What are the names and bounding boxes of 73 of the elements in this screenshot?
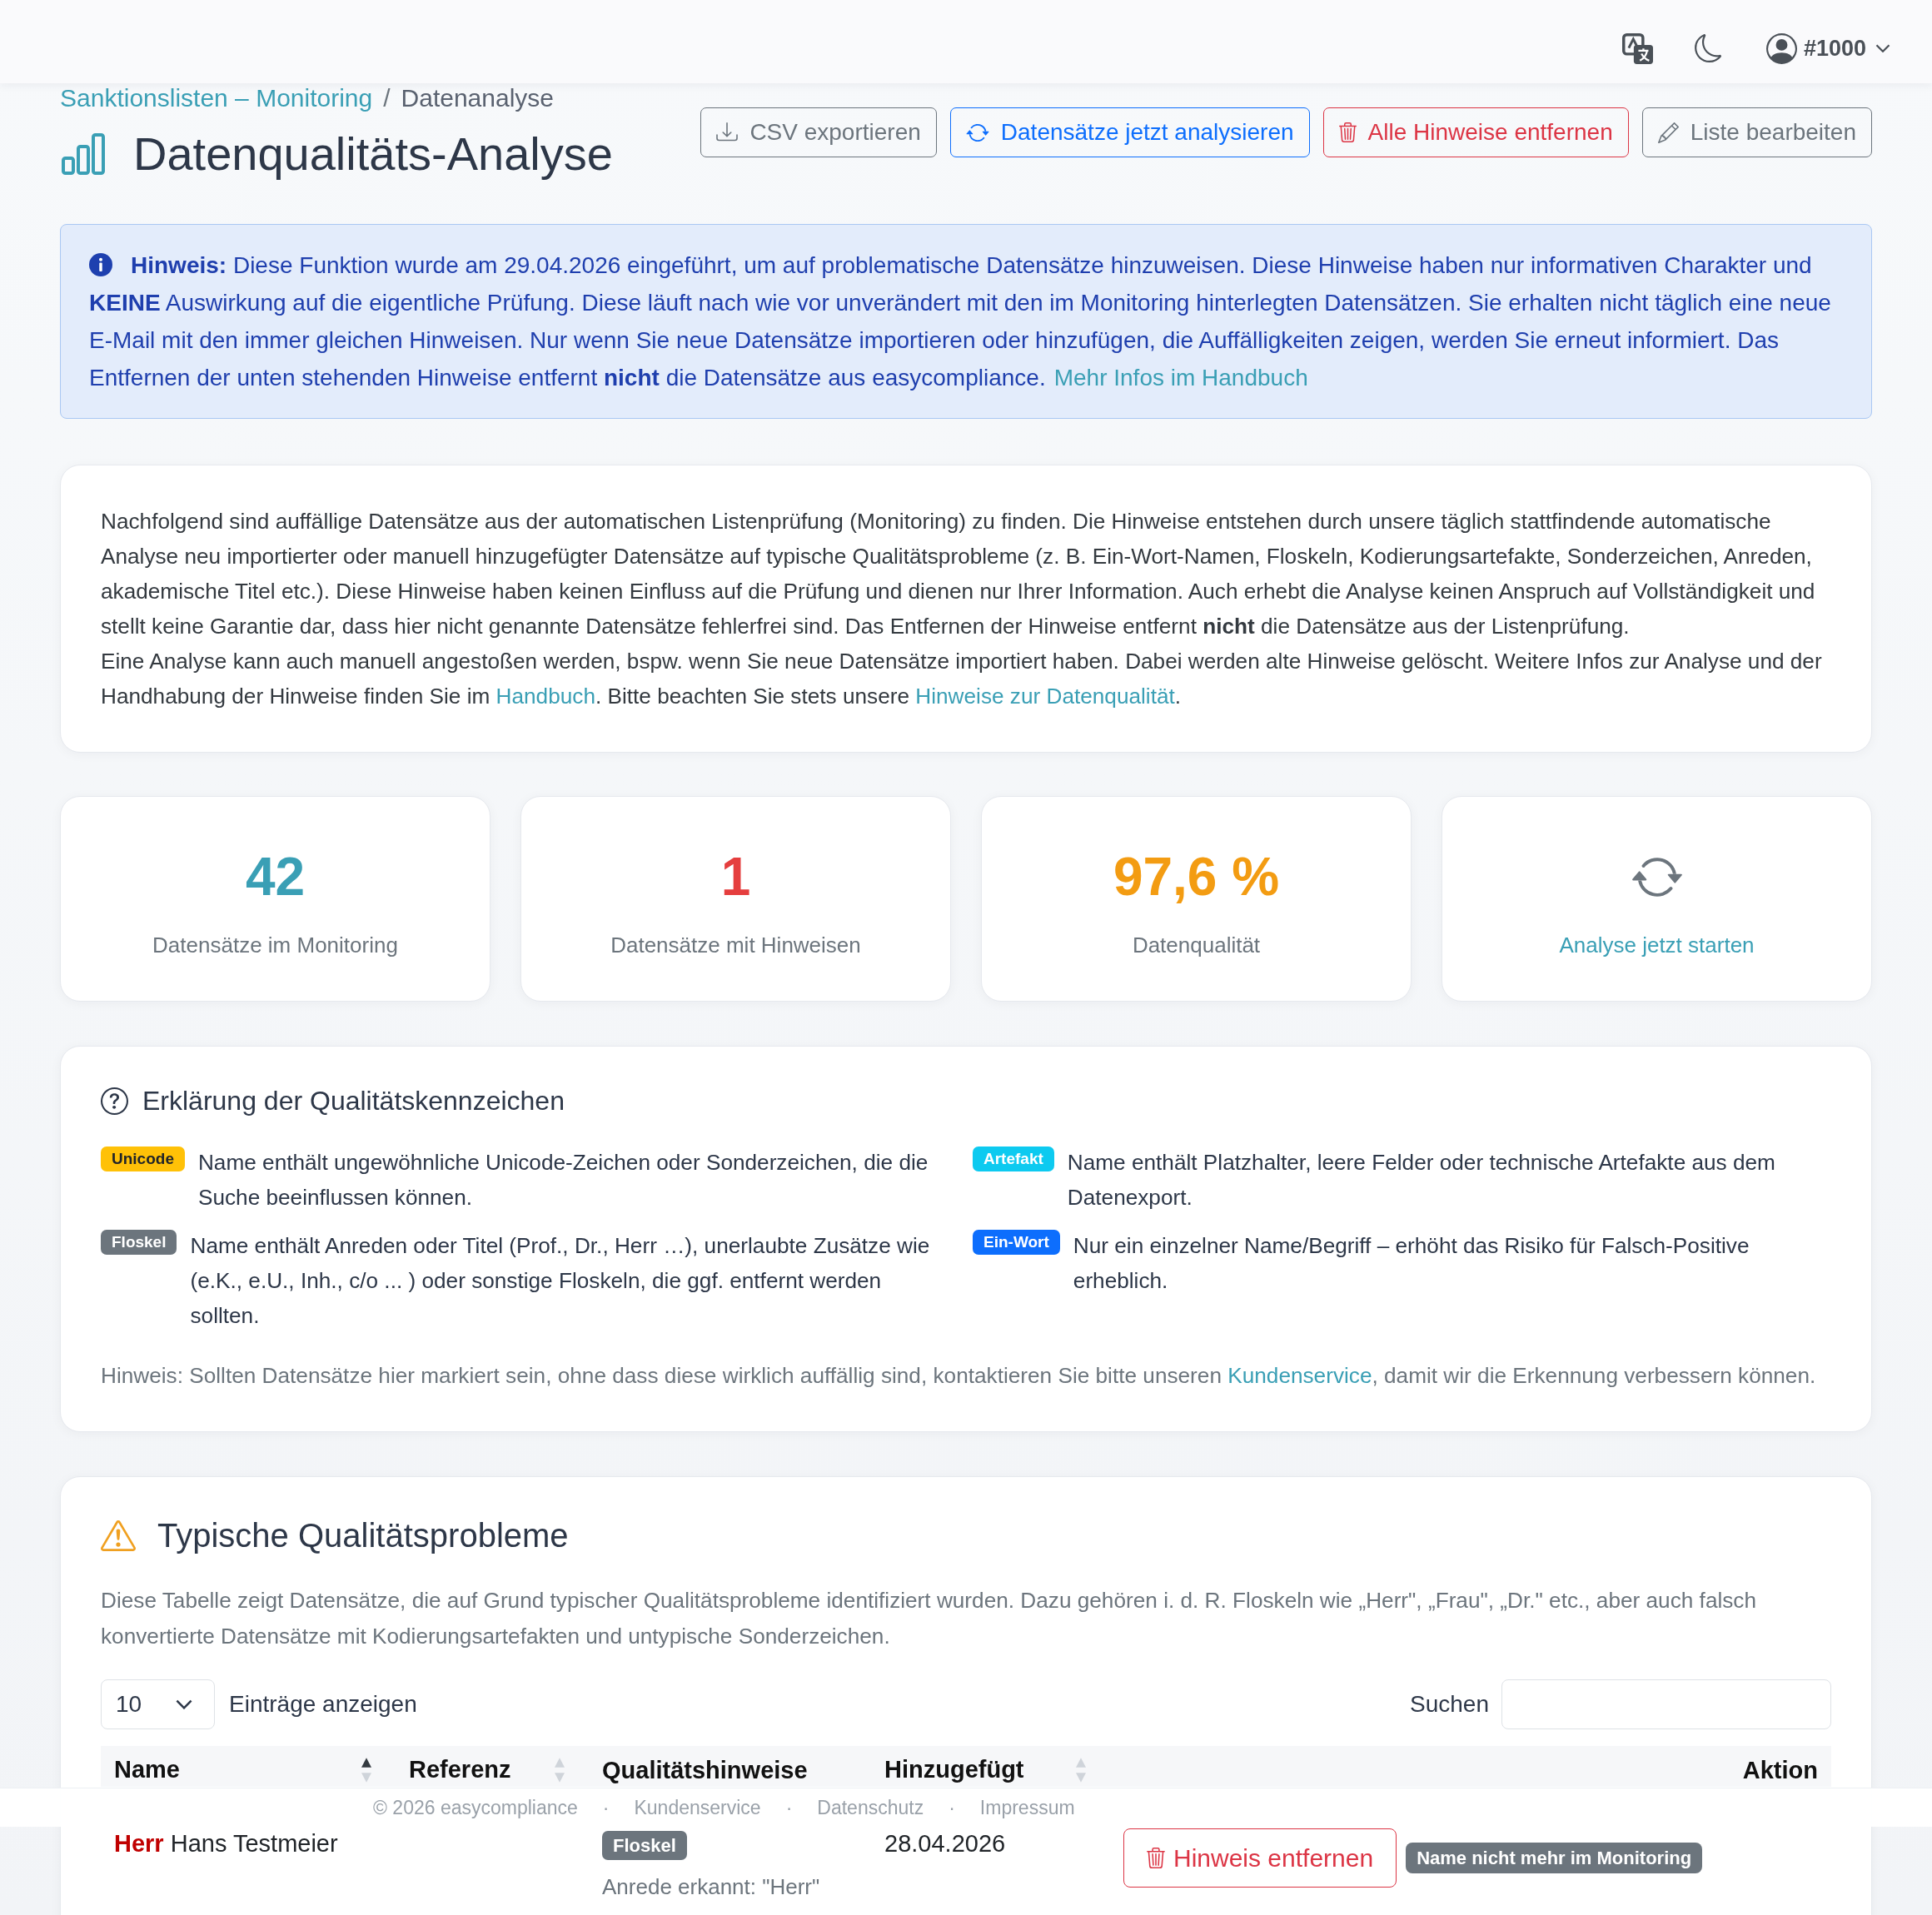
delete-all-button[interactable]: Alle Hinweise entfernen	[1322, 107, 1629, 157]
inline-link[interactable]: Kundenservice	[1227, 1363, 1372, 1388]
breadcrumb-separator: /	[383, 83, 391, 113]
copyright-text: © 2026 easycompliance	[373, 1796, 578, 1819]
edit-list-button[interactable]: Liste bearbeiten	[1641, 107, 1872, 157]
quality-tag: Artefakt	[973, 1147, 1054, 1171]
remove-hint-button[interactable]: Hinweis entfernen	[1123, 1828, 1397, 1888]
warning-icon	[101, 1520, 136, 1551]
page-size-select[interactable]: 10	[101, 1679, 215, 1729]
user-icon	[1765, 32, 1797, 64]
stat-label: Datensätze mit Hinweisen	[610, 932, 861, 959]
trash-icon	[1147, 1848, 1165, 1868]
page-title: Datenqualitäts-Analyse	[133, 127, 613, 182]
column-header[interactable]: Hinzugefügt	[884, 1756, 1024, 1783]
chevron-down-icon	[176, 1699, 192, 1709]
pencil-icon	[1657, 122, 1679, 143]
stat-value: 1	[720, 846, 751, 908]
legend-title: Erklärung der Qualitätskennzeichen	[142, 1085, 565, 1117]
inline-link[interactable]: Mehr Infos im Handbuch	[1053, 365, 1308, 390]
trash-icon	[1338, 122, 1357, 142]
breadcrumb-link[interactable]: Sanktionslisten – Monitoring	[60, 83, 373, 113]
column-header: Qualitätshinweise	[602, 1757, 808, 1783]
search-label: Suchen	[1410, 1691, 1489, 1718]
quality-tag: Ein-Wort	[973, 1230, 1060, 1255]
footer-link[interactable]: Datenschutz	[817, 1796, 924, 1819]
footer-link[interactable]: Impressum	[979, 1796, 1075, 1819]
help-icon	[101, 1087, 128, 1115]
refresh-icon[interactable]	[1631, 857, 1683, 897]
column-header: Aktion	[1742, 1757, 1818, 1783]
hint-detail: Anrede erkannt: "Herr"	[602, 1873, 821, 1901]
stat-label: Datenqualität	[1132, 932, 1261, 959]
search-field[interactable]	[1501, 1679, 1831, 1729]
translate-icon[interactable]	[1621, 32, 1653, 64]
tag-description: Name enthält Platzhalter, leere Felder oder technische Artefakte aus dem Datenexport.	[1067, 1149, 1776, 1211]
status-badge: Name nicht mehr im Monitoring	[1406, 1843, 1703, 1873]
info-icon	[89, 253, 112, 276]
footer-separator: ·	[602, 1796, 610, 1819]
entries-label: Einträge anzeigen	[229, 1691, 417, 1718]
name-cell: Herr Hans Testmeier	[114, 1830, 338, 1857]
refresh-icon	[965, 123, 989, 142]
quality-tag: Unicode	[101, 1147, 185, 1171]
analyze-button[interactable]: Datensätze jetzt analysieren	[949, 107, 1310, 157]
bar-chart-icon	[62, 133, 105, 175]
quality-tag: Floskel	[602, 1831, 687, 1860]
download-icon	[716, 122, 739, 142]
intro-text: Eine Analyse kann auch manuell angestoßen werden, bspw. wenn Sie neue Datensätze importiert haben. Dabei werden alte Hinweise gelöscht. Weitere Infos zur Analyse und der Handhabung der Hinweise finden Sie im Handbuch. Bitte beachten Sie stets unsere Hinweise zur Datenqualität.	[101, 648, 1823, 710]
inline-link[interactable]: Handbuch	[495, 684, 595, 709]
moon-icon[interactable]	[1694, 34, 1721, 62]
footer-separator: ·	[785, 1796, 793, 1819]
tag-description: Name enthält Anreden oder Titel (Prof., Dr., Herr …), unerlaubte Zusätze wie (e.K., e.U., Inh., c/o ... ) oder sonstige Floskeln, die ggf. entfernt werden sollten.	[190, 1232, 931, 1330]
stat-label: Datensätze im Monitoring	[152, 932, 398, 959]
tag-description: Name enthält ungewöhnliche Unicode-Zeichen oder Sonderzeichen, die die Suche beeinflussen können.	[197, 1149, 929, 1211]
legend-hint: Hinweis: Sollten Datensätze hier markiert sein, ohne dass diese wirklich auffällig sind, kontaktieren Sie bitte unseren Kundenservice, damit wir die Erkennung verbessern können.	[101, 1362, 1817, 1390]
start-analysis-link[interactable]: Analyse jetzt starten	[1559, 930, 1755, 960]
footer-link[interactable]: Kundenservice	[634, 1796, 761, 1819]
intro-text: Nachfolgend sind auffällige Datensätze aus der automatischen Listenprüfung (Monitoring) zu finden. Die Hinweise entstehen durch unsere täglich stattfindende automatische Analyse neu importierter oder manuell hinzugefügter Datensätze auf typische Qualitätsprobleme (z. B. Ein-Wort-Namen, Floskeln, Kodierungsartefakte, Sonderzeichen, Anreden, akademische Titel etc.). Diese Hinweise haben keinen Einfluss auf die Prüfung und dienen nur Ihrer Information. Auch erhebt die Analyse keinen Anspruch auf Vollständigkeit und stellt keine Garantie dar, dass hier nicht genannte Datensätze fehlerfrei sind. Das Entfernen der Hinweise entfernt nicht die Datensätze aus der Listenprüfung.	[101, 508, 1816, 640]
sort-icon[interactable]	[361, 1756, 372, 1783]
column-header[interactable]: Referenz	[409, 1756, 511, 1783]
footer-separator: ·	[949, 1796, 955, 1819]
date-cell: 28.04.2026	[884, 1830, 1006, 1857]
column-header[interactable]: Name	[114, 1756, 180, 1783]
stat-value: 42	[245, 846, 306, 908]
notice-text: Hinweis: Diese Funktion wurde am 29.04.2026 eingeführt, um auf problematische Datensätze hinzuweisen. Diese Hinweise haben nur informativen Charakter und KEINE Auswirkung auf die eigentliche Prüfung. Diese läuft nach wie vor unverändert mit den im Monitoring hinterlegten Datensätzen. Sie erhalten nicht täglich eine neue E-Mail mit den immer gleichen Hinweisen. Nur wenn Sie neue Datensätze importieren oder hinzufügen, die Auffälligkeiten zeigen, werden Sie erneut informiert. Das Entfernen der unten stehenden Hinweise entfernt nicht die Datensätze aus easycompliance. Mehr Infos im Handbuch	[89, 251, 1832, 392]
section-description: Diese Tabelle zeigt Datensätze, die auf Grund typischer Qualitätsprobleme identifiziert wurden. Dazu gehören i. d. R. Floskeln wie „Herr", „Frau", „Dr." etc., aber auch falsch konvertierte Datensätze mit Kodierungsartefakten und untypische Sonderzeichen.	[101, 1587, 1757, 1650]
inline-link[interactable]: Hinweise zur Datenqualität	[915, 684, 1175, 709]
tag-description: Nur ein einzelner Name/Begriff – erhöht das Risiko für Falsch-Positive erheblich.	[1073, 1232, 1750, 1295]
user-menu-button[interactable]: #1000	[1765, 32, 1890, 64]
chevron-down-icon	[1875, 44, 1890, 52]
stat-value: 97,6 %	[1113, 846, 1280, 908]
breadcrumb-current: Datenanalyse	[401, 83, 555, 113]
section-title: Typische Qualitätsprobleme	[157, 1516, 569, 1555]
quality-tag: Floskel	[101, 1230, 177, 1255]
export-button[interactable]: CSV exportieren	[700, 107, 937, 157]
